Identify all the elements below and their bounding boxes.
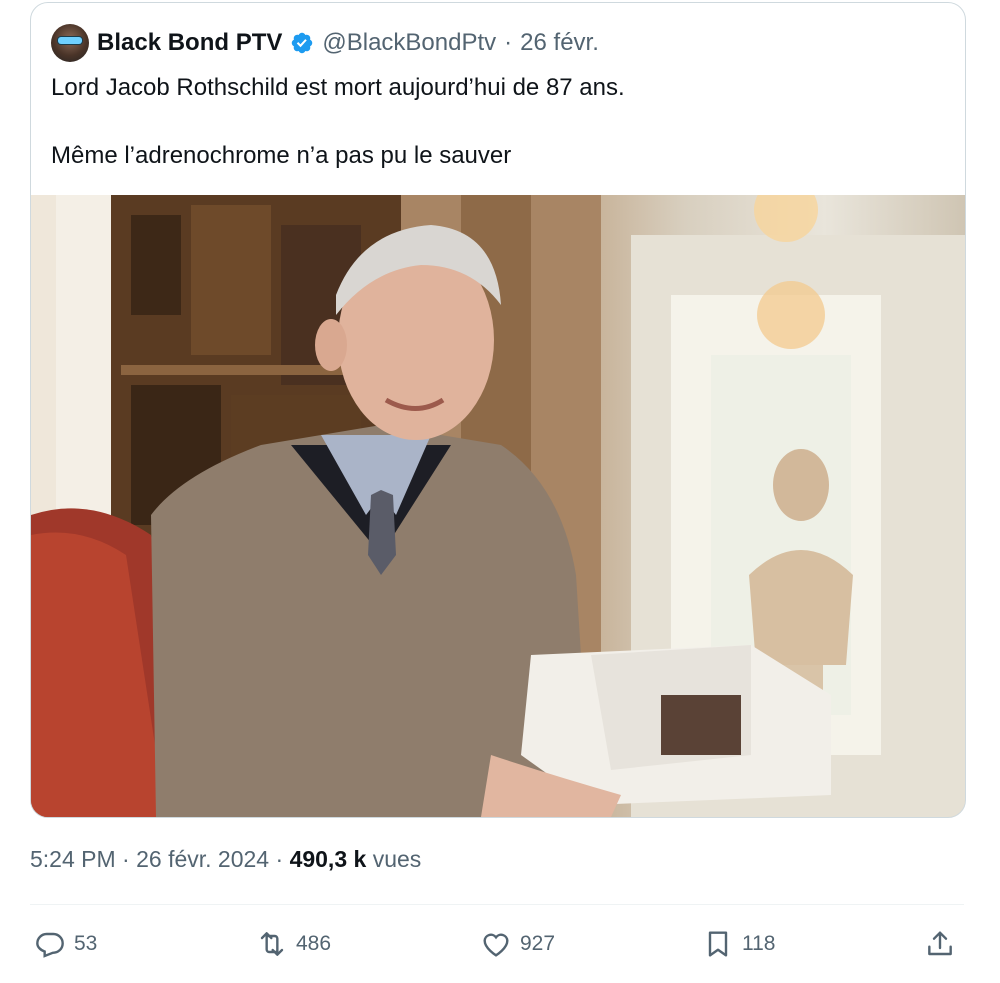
retweet-count: 486 (296, 932, 332, 955)
tweet-photo[interactable] (31, 195, 965, 817)
tweet-date[interactable]: 26 févr. 2024 (136, 846, 269, 872)
bookmark-count: 118 (742, 932, 776, 955)
quoted-tweet-text: Lord Jacob Rothschild est mort aujourd’h… (51, 71, 931, 173)
views-count[interactable]: 490,3 k (290, 846, 367, 872)
tweet-time[interactable]: 5:24 PM (30, 846, 116, 872)
author-handle[interactable]: @BlackBondPtv (322, 29, 496, 57)
like-button[interactable]: 927 (480, 926, 555, 962)
bookmark-icon (708, 931, 728, 957)
retweet-button[interactable]: 486 (256, 926, 331, 962)
meta-separator: · (269, 846, 290, 872)
divider (30, 904, 964, 905)
photo-illustration (31, 195, 965, 817)
meta-separator: · (115, 846, 137, 872)
reply-count: 53 (74, 932, 98, 955)
verified-badge-icon (292, 32, 313, 54)
quoted-tweet-header: Black Bond PTV @BlackBondPtv · 26 févr. (51, 23, 599, 63)
share-button[interactable] (924, 926, 956, 962)
reply-button[interactable]: 53 (34, 926, 97, 962)
author-avatar[interactable] (51, 24, 89, 62)
quoted-tweet-card[interactable]: Black Bond PTV @BlackBondPtv · 26 févr. … (30, 2, 966, 818)
share-icon (928, 931, 952, 956)
bookmark-button[interactable]: 118 (702, 926, 775, 962)
retweet-icon (260, 932, 284, 956)
tweet-meta: 5:24 PM · 26 févr. 2024 · 490,3 k vues (30, 846, 421, 873)
tweet-text-line: Même l’adrenochrome n’a pas pu le sauver (51, 142, 512, 169)
tweet-text-line: Lord Jacob Rothschild est mort aujourd’h… (51, 74, 625, 101)
reply-icon (36, 932, 64, 958)
author-name[interactable]: Black Bond PTV (97, 29, 282, 57)
heart-icon (483, 933, 509, 957)
views-label: vues (372, 846, 422, 872)
like-count: 927 (520, 932, 556, 955)
quoted-tweet-date[interactable]: 26 févr. (520, 29, 599, 57)
header-separator: · (504, 29, 513, 56)
